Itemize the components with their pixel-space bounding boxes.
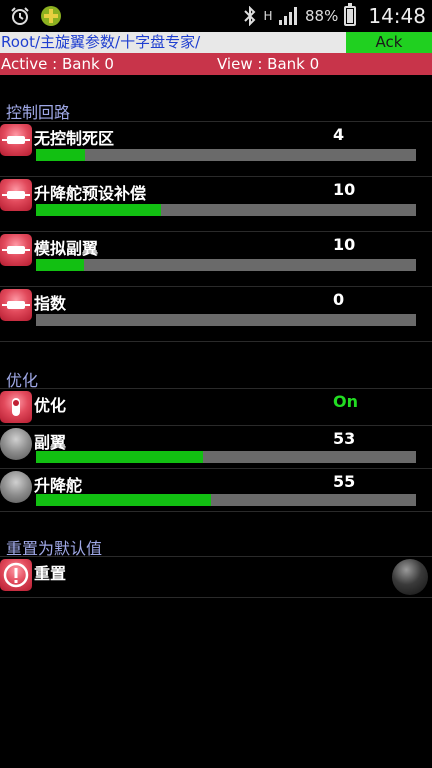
clock-time: 14:48 [368,4,426,28]
setting-value: 4 [333,125,345,144]
info-icon [0,559,32,591]
setting-value: 0 [333,290,345,309]
app-notification-icon [41,6,61,26]
value-slider[interactable] [36,204,416,216]
bank-bar: Active : Bank 0 View : Bank 0 [0,53,432,75]
divider [0,511,432,512]
setting-label: 指数 [34,294,67,313]
knob-icon [0,471,32,503]
ack-button[interactable]: Ack [346,32,432,53]
section-title-control-loop: 控制回路 [6,103,71,122]
setting-value: 10 [333,235,356,254]
status-bar-right: H 88% 14:48 [243,3,426,28]
setting-row-reset[interactable]: 重置 [0,557,432,597]
reset-action-button[interactable] [392,559,428,595]
setting-value: 55 [333,472,356,491]
slider-fill [36,149,86,161]
setting-label: 重置 [34,564,67,583]
value-slider[interactable] [36,314,416,326]
plug-icon [0,179,32,211]
signal-strength-icon [279,7,299,25]
setting-label: 无控制死区 [34,129,115,148]
setting-value: On [333,392,358,411]
plug-icon [0,234,32,266]
slider-fill [36,451,204,463]
toggle-switch-icon [0,391,32,423]
path-bar: Root/主旋翼参数/十字盘专家/ Ack [0,32,432,53]
slider-fill [36,204,162,216]
battery-percent: 88% [305,7,339,25]
alarm-clock-icon [11,7,29,25]
status-bar-left [10,5,62,27]
knob-icon [0,428,32,460]
setting-label: 升降舵 [34,476,83,495]
plug-icon [0,289,32,321]
setting-label: 优化 [34,396,67,415]
divider [0,597,432,598]
value-slider[interactable] [36,494,416,506]
battery-icon [344,3,357,26]
setting-row-sim-aileron[interactable]: 模拟副翼 10 [0,232,432,286]
value-slider[interactable] [36,259,416,271]
slider-fill [36,259,84,271]
setting-label: 升降舵预设补偿 [34,184,147,203]
bluetooth-icon [244,6,256,26]
setting-row-deadband[interactable]: 无控制死区 4 [0,122,432,176]
setting-label: 模拟副翼 [34,239,99,258]
value-slider[interactable] [36,451,416,463]
view-bank-label[interactable]: View : Bank 0 [217,53,319,75]
plug-icon [0,124,32,156]
setting-row-expo[interactable]: 指数 0 [0,287,432,341]
setting-value: 10 [333,180,356,199]
setting-row-aileron[interactable]: 副翼 53 [0,426,432,468]
slider-fill [36,494,211,506]
setting-row-elevator-precomp[interactable]: 升降舵预设补偿 10 [0,177,432,231]
setting-label: 副翼 [34,433,67,452]
setting-value: 53 [333,429,356,448]
breadcrumb[interactable]: Root/主旋翼参数/十字盘专家/ [0,32,200,53]
setting-row-optimize-toggle[interactable]: 优化 On [0,389,432,425]
active-bank-label: Active : Bank 0 [1,55,114,73]
setting-row-elevator[interactable]: 升降舵 55 [0,469,432,511]
status-bar: H 88% 14:48 [0,0,432,32]
divider [0,341,432,342]
value-slider[interactable] [36,149,416,161]
network-type-icon: H [263,8,273,23]
